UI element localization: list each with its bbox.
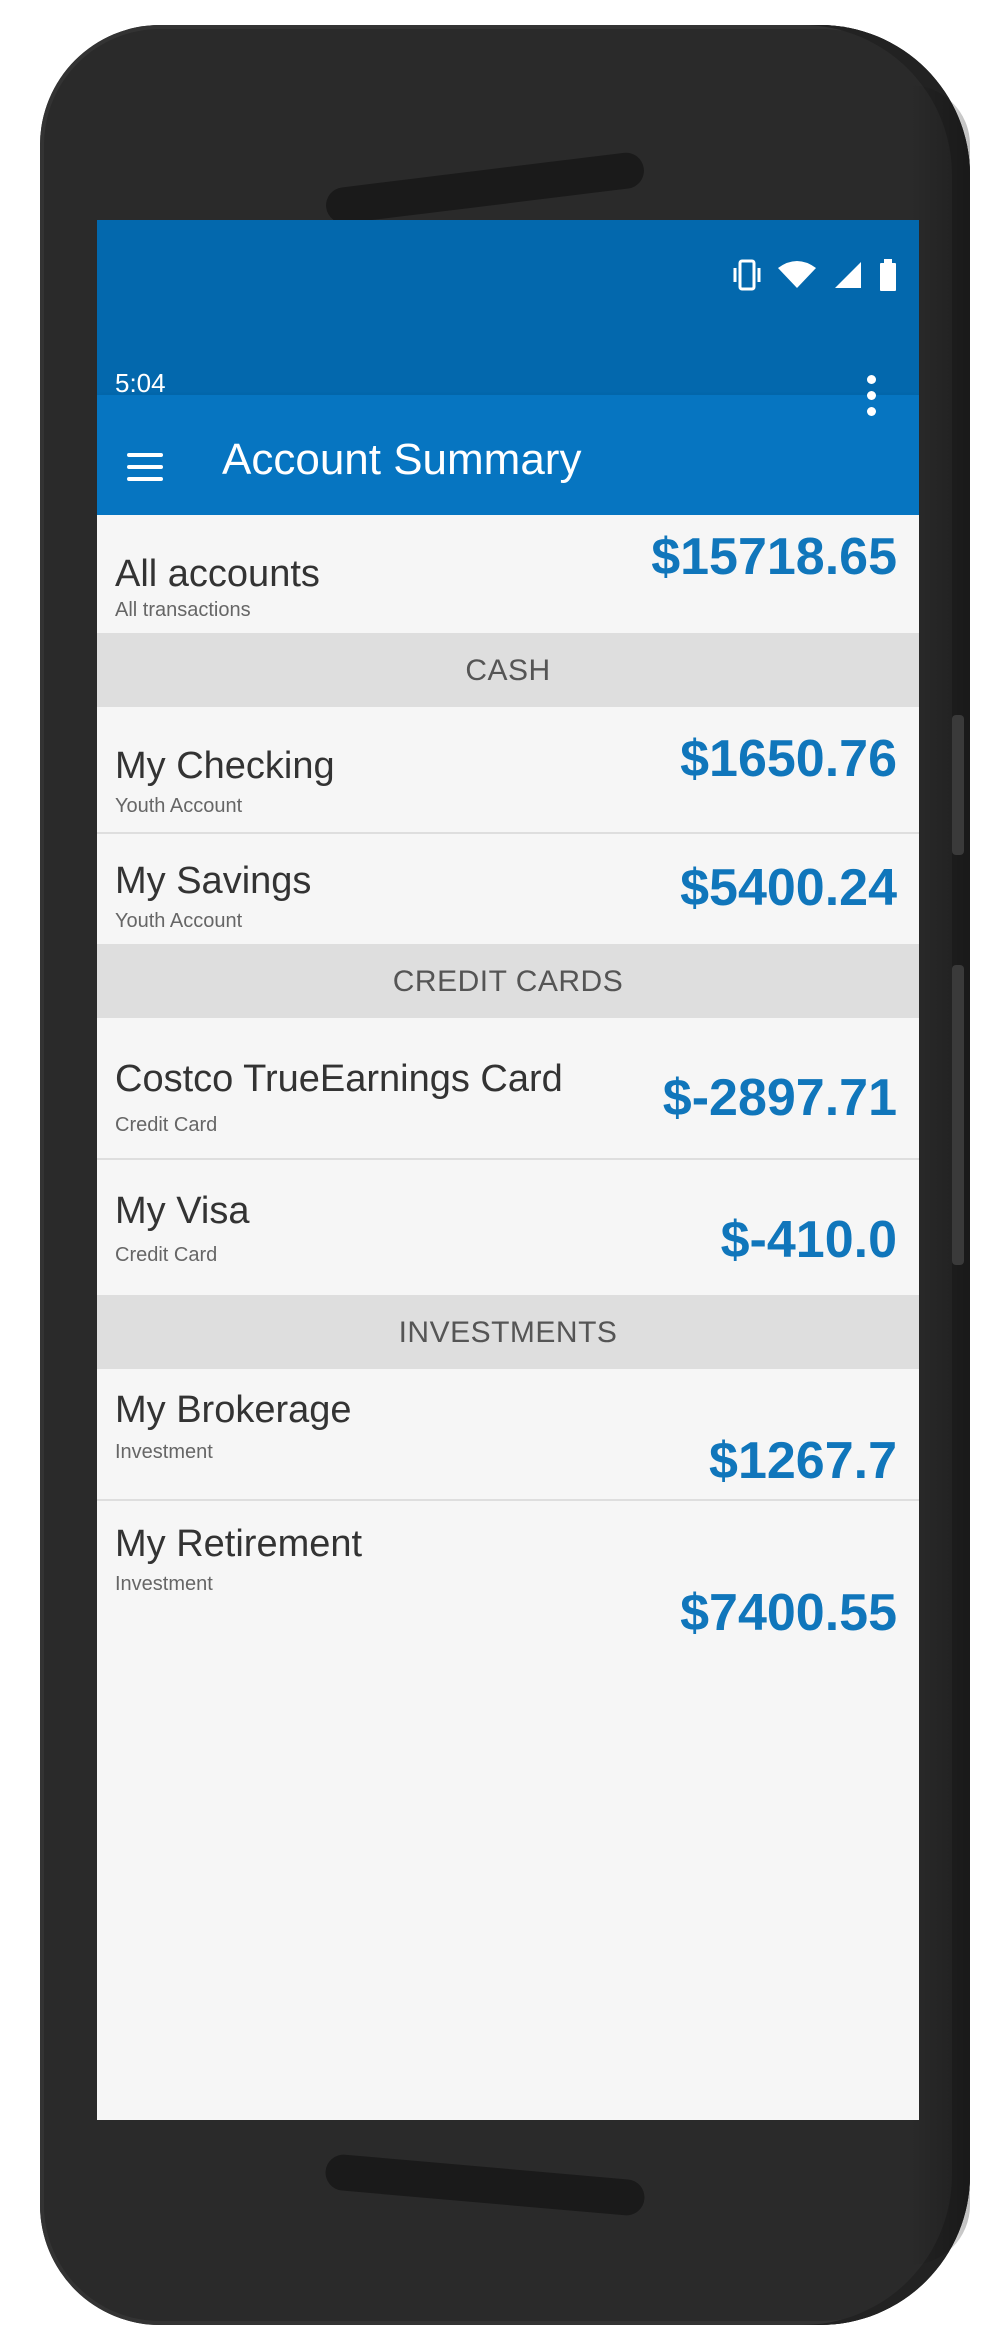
account-type: Youth Account — [115, 795, 243, 817]
account-row[interactable]: My Visa Credit Card $-410.0 — [97, 1160, 919, 1297]
account-name: All accounts — [115, 553, 320, 595]
wifi-icon — [778, 261, 816, 288]
page-title: Account Summary — [222, 435, 582, 484]
account-row[interactable]: My Checking Youth Account $1650.76 — [97, 707, 919, 834]
section-header-investments: INVESTMENTS — [97, 1297, 919, 1369]
account-name: Costco TrueEarnings Card — [115, 1058, 563, 1100]
account-type: Youth Account — [115, 910, 243, 932]
section-header-cash: CASH — [97, 635, 919, 707]
section-header-credit-cards: CREDIT CARDS — [97, 946, 919, 1018]
app-bar: Account Summary — [97, 375, 919, 515]
account-subtitle: All transactions — [115, 599, 251, 621]
earpiece-speaker — [323, 150, 647, 226]
account-amount: $7400.55 — [680, 1584, 897, 1642]
account-list: $15718.65 All accounts All transactions … — [97, 515, 919, 1642]
account-type: Investment — [115, 1573, 213, 1595]
bottom-speaker — [324, 2153, 646, 2217]
power-button — [952, 965, 964, 1265]
vibrate-icon — [733, 259, 761, 291]
status-bar: 5:04 — [97, 220, 919, 398]
signal-icon — [835, 262, 861, 288]
account-type: Credit Card — [115, 1244, 218, 1266]
account-amount: $5400.24 — [680, 859, 897, 917]
account-amount: $-2897.71 — [662, 1069, 897, 1127]
account-amount: $15718.65 — [651, 528, 897, 586]
account-name: My Savings — [115, 860, 312, 902]
account-name: My Checking — [115, 745, 335, 787]
screen: 5:04 Account Summary $15718.65 All accou… — [97, 220, 919, 2120]
battery-icon — [880, 259, 896, 291]
account-row[interactable]: My Savings Youth Account $5400.24 — [97, 834, 919, 946]
account-row[interactable]: My Retirement Investment $7400.55 — [97, 1501, 919, 1642]
account-name: My Brokerage — [115, 1389, 352, 1431]
account-name: My Retirement — [115, 1523, 363, 1565]
account-amount: $1267.7 — [709, 1432, 897, 1490]
account-row[interactable]: My Brokerage Investment $1267.7 — [97, 1369, 919, 1501]
account-type: Investment — [115, 1441, 213, 1463]
account-amount: $-410.0 — [720, 1211, 897, 1269]
account-name: My Visa — [115, 1190, 250, 1232]
all-accounts-row[interactable]: $15718.65 All accounts All transactions — [97, 515, 919, 635]
status-icons — [733, 258, 897, 292]
account-row[interactable]: Costco TrueEarnings Card Credit Card $-2… — [97, 1018, 919, 1160]
account-amount: $1650.76 — [680, 730, 897, 788]
volume-button — [952, 715, 964, 855]
phone-frame: 5:04 Account Summary $15718.65 All accou… — [40, 25, 970, 2325]
overflow-icon[interactable] — [867, 375, 879, 427]
account-type: Credit Card — [115, 1114, 218, 1136]
menu-icon[interactable] — [127, 453, 163, 483]
